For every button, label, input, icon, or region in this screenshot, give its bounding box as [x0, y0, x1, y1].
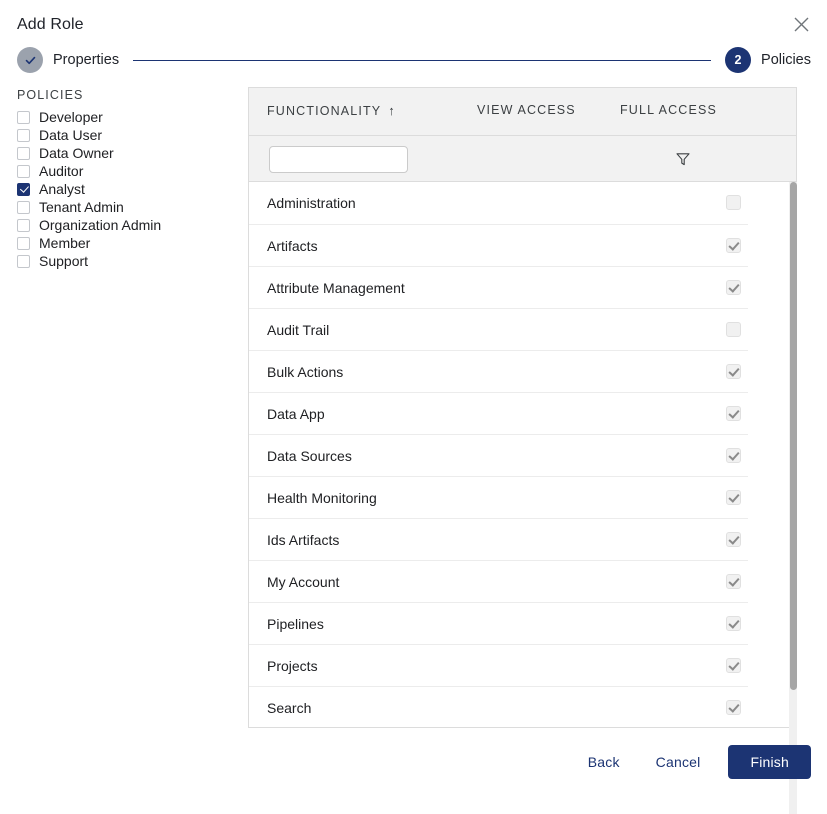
view-access-checkbox[interactable] [726, 700, 741, 715]
view-access-checkbox[interactable] [726, 490, 741, 505]
table-header: FUNCTIONALITY ↑ VIEW ACCESS FULL ACCESS [248, 87, 797, 182]
view-access-checkbox[interactable] [726, 322, 741, 337]
column-header-view-access: VIEW ACCESS [477, 103, 576, 117]
policy-checkbox[interactable] [17, 218, 30, 232]
step-policies-label: Policies [761, 52, 811, 68]
table-body: Administration Artifacts Attribute Managem… [248, 182, 797, 728]
policy-label: Analyst [39, 181, 85, 197]
view-access-checkbox[interactable] [726, 616, 741, 631]
step-policies[interactable]: 2 Policies [725, 47, 811, 73]
column-header-functionality-label: FUNCTIONALITY [267, 104, 382, 118]
page-title: Add Role [17, 16, 84, 33]
table-row: Administration [249, 182, 796, 224]
view-access-checkbox[interactable] [726, 195, 741, 210]
functionality-name: Audit Trail [267, 322, 330, 338]
functionality-name: Data Sources [267, 448, 352, 464]
view-access-checkbox[interactable] [726, 448, 741, 463]
table-row: Audit Trail [249, 308, 796, 350]
column-header-full-access: FULL ACCESS [620, 103, 717, 117]
table-row: Ids Artifacts [249, 518, 796, 560]
policy-checkbox[interactable] [17, 146, 30, 160]
table-rows: Administration Artifacts Attribute Managem… [249, 182, 796, 727]
close-icon[interactable] [789, 12, 813, 36]
policy-item[interactable]: Data Owner [17, 144, 227, 162]
step-policies-marker: 2 [725, 47, 752, 73]
policy-label: Support [39, 253, 89, 269]
column-header-functionality[interactable]: FUNCTIONALITY ↑ [267, 103, 395, 118]
stepper-connector [133, 59, 712, 61]
policy-label: Data User [39, 127, 103, 143]
policy-checkbox[interactable] [17, 254, 30, 268]
table-filter-row [249, 136, 796, 182]
table-row: Search [249, 686, 796, 727]
policy-item[interactable]: Support [17, 252, 227, 270]
functionality-name: Search [267, 700, 312, 716]
policy-checkbox[interactable] [17, 182, 30, 196]
policy-label: Data Owner [39, 145, 114, 161]
policies-heading: POLICIES [17, 88, 84, 102]
table-row: Pipelines [249, 602, 796, 644]
policy-label: Developer [39, 109, 103, 125]
step-properties[interactable]: Properties [17, 47, 119, 73]
back-button[interactable]: Back [570, 746, 638, 778]
table-header-cells: FUNCTIONALITY ↑ VIEW ACCESS FULL ACCESS [249, 88, 796, 136]
policies-list: Developer Data User Data Owner Auditor Analy… [17, 108, 227, 270]
functionality-name: Ids Artifacts [267, 532, 340, 548]
sort-ascending-icon: ↑ [388, 103, 395, 118]
table-row: My Account [249, 560, 796, 602]
functionality-table: FUNCTIONALITY ↑ VIEW ACCESS FULL ACCESS A… [248, 87, 797, 814]
view-access-checkbox[interactable] [726, 280, 741, 295]
functionality-name: Data App [267, 406, 325, 422]
policy-label: Member [39, 235, 91, 251]
policy-label: Tenant Admin [39, 199, 124, 215]
functionality-name: Bulk Actions [267, 364, 344, 380]
view-access-checkbox[interactable] [726, 238, 741, 253]
functionality-name: Artifacts [267, 238, 318, 254]
functionality-name: Attribute Management [267, 280, 405, 296]
functionality-name: Administration [267, 195, 356, 211]
step-properties-label: Properties [53, 52, 120, 68]
policies-panel: POLICIES Developer Data User Data Owner Aud… [17, 88, 227, 270]
policy-label: Organization Admin [39, 217, 162, 233]
table-row: Artifacts [249, 224, 796, 266]
functionality-name: My Account [267, 574, 340, 590]
policy-item[interactable]: Member [17, 234, 227, 252]
policy-checkbox[interactable] [17, 164, 30, 178]
view-access-checkbox[interactable] [726, 574, 741, 589]
policy-item[interactable]: Developer [17, 108, 227, 126]
table-row: Data App [249, 392, 796, 434]
table-row: Projects [249, 644, 796, 686]
table-row: Bulk Actions [249, 350, 796, 392]
wizard-stepper: Properties 2 Policies [17, 46, 811, 74]
view-access-checkbox[interactable] [726, 364, 741, 379]
step-properties-marker [17, 47, 43, 73]
policy-item[interactable]: Data User [17, 126, 227, 144]
table-row: Health Monitoring [249, 476, 796, 518]
dialog-footer: Back Cancel Finish [570, 745, 811, 779]
cancel-button[interactable]: Cancel [638, 746, 719, 778]
table-row: Attribute Management [249, 266, 796, 308]
view-access-checkbox[interactable] [726, 406, 741, 421]
functionality-name: Pipelines [267, 616, 324, 632]
policy-label: Auditor [39, 163, 84, 179]
policy-checkbox[interactable] [17, 110, 30, 124]
funnel-icon[interactable] [676, 152, 691, 167]
view-access-checkbox[interactable] [726, 532, 741, 547]
table-scrollbar-thumb[interactable] [790, 182, 797, 690]
view-access-checkbox[interactable] [726, 658, 741, 673]
policy-checkbox[interactable] [17, 200, 30, 214]
policy-checkbox[interactable] [17, 128, 30, 142]
table-row: Data Sources [249, 434, 796, 476]
policy-checkbox[interactable] [17, 236, 30, 250]
functionality-name: Projects [267, 658, 318, 674]
functionality-filter-input[interactable] [269, 146, 408, 173]
functionality-name: Health Monitoring [267, 490, 377, 506]
policy-item[interactable]: Tenant Admin [17, 198, 227, 216]
finish-button[interactable]: Finish [728, 745, 811, 779]
policy-item[interactable]: Auditor [17, 162, 227, 180]
policy-item[interactable]: Organization Admin [17, 216, 227, 234]
policy-item[interactable]: Analyst [17, 180, 227, 198]
